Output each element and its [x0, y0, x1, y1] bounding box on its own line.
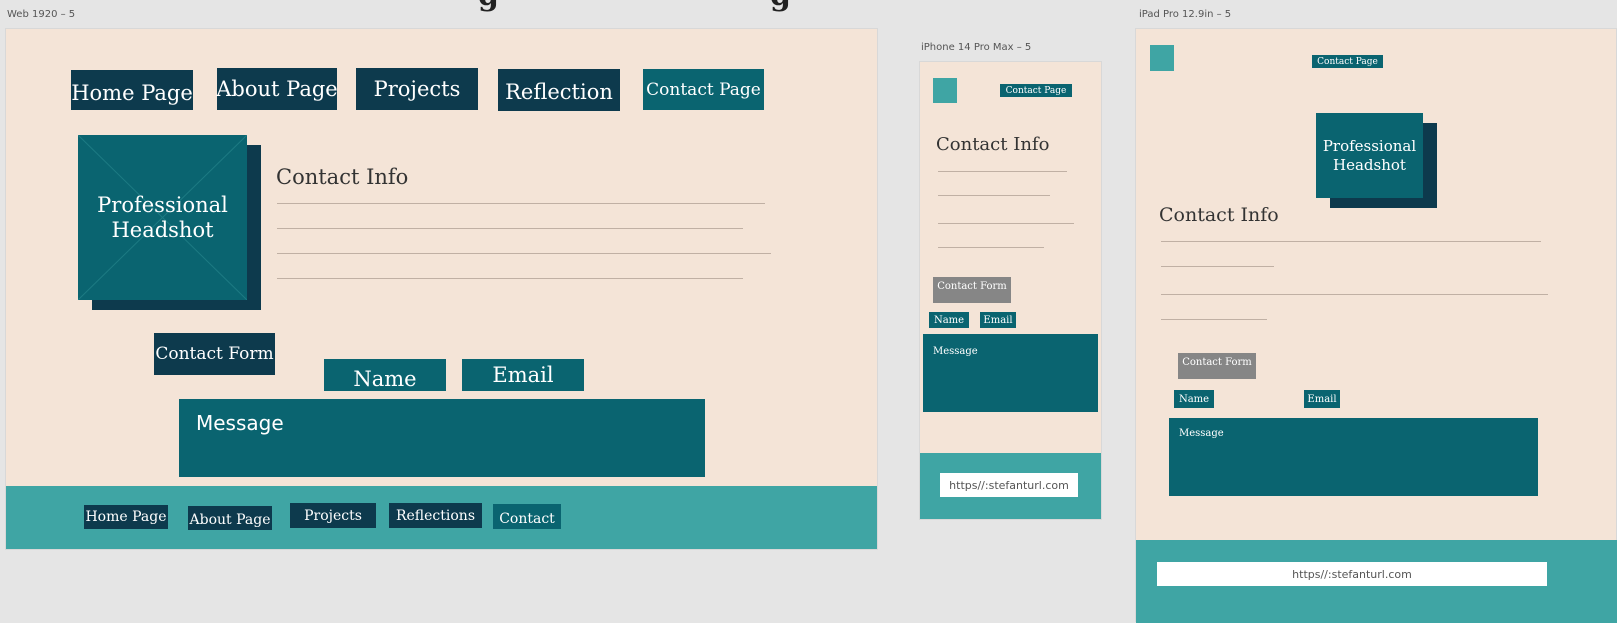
footer-home-link[interactable]: Home Page: [84, 505, 168, 529]
message-field[interactable]: Message: [1169, 418, 1538, 496]
iphone-artboard: Contact Page Contact Info Contact Form N…: [919, 61, 1102, 520]
nav-contact-button[interactable]: Contact Page: [643, 69, 764, 110]
contact-info-line: [938, 171, 1067, 172]
email-field[interactable]: Email: [980, 312, 1016, 328]
nav-home-button[interactable]: Home Page: [71, 70, 193, 110]
cut-off-title-right: g: [770, 0, 791, 13]
contact-info-line: [1161, 266, 1274, 267]
contact-form-heading: Contact Form: [154, 333, 275, 375]
contact-page-button[interactable]: Contact Page: [1312, 55, 1383, 68]
name-field[interactable]: Name: [324, 359, 446, 391]
footer-reflections-link[interactable]: Reflections: [389, 503, 482, 528]
name-field[interactable]: Name: [1174, 390, 1214, 408]
headshot-label: Professional Headshot: [97, 192, 228, 242]
contact-info-line: [1161, 319, 1267, 320]
url-field[interactable]: https//:stefanturl.com: [940, 473, 1078, 497]
email-field[interactable]: Email: [1304, 390, 1340, 408]
nav-about-button[interactable]: About Page: [216, 68, 338, 110]
headshot-placeholder: Professional Headshot: [78, 135, 247, 300]
nav-reflection-button[interactable]: Reflection: [498, 69, 620, 111]
footer-projects-link[interactable]: Projects: [290, 503, 376, 528]
message-field[interactable]: Message: [179, 399, 705, 477]
cut-off-title-left: g: [478, 0, 499, 13]
message-field[interactable]: Message: [923, 334, 1098, 412]
contact-form-heading: Contact Form: [1178, 353, 1256, 379]
name-field[interactable]: Name: [929, 312, 969, 328]
contact-info-line: [277, 228, 743, 229]
ipad-footer: https//:stefanturl.com: [1136, 540, 1617, 623]
contact-form-heading: Contact Form: [933, 277, 1011, 303]
iphone-footer: https//:stefanturl.com: [920, 453, 1101, 519]
contact-info-heading: Contact Info: [1159, 204, 1279, 226]
contact-info-line: [277, 278, 743, 279]
contact-info-line: [277, 203, 765, 204]
contact-page-button[interactable]: Contact Page: [1000, 84, 1072, 97]
contact-info-heading: Contact Info: [276, 165, 409, 189]
contact-info-heading: Contact Info: [936, 134, 1050, 155]
contact-info-line: [938, 195, 1050, 196]
menu-icon[interactable]: [933, 78, 957, 103]
email-field[interactable]: Email: [462, 359, 584, 391]
artboard-label-ipad: iPad Pro 12.9in – 5: [1139, 9, 1232, 20]
contact-info-line: [938, 247, 1044, 248]
menu-icon[interactable]: [1150, 45, 1174, 71]
artboard-label-web: Web 1920 – 5: [7, 9, 76, 20]
nav-projects-button[interactable]: Projects: [356, 68, 478, 110]
contact-info-line: [1161, 294, 1548, 295]
url-field[interactable]: https//:stefanturl.com: [1157, 562, 1547, 586]
web-artboard: Home Page About Page Projects Reflection…: [5, 28, 878, 550]
footer-contact-link[interactable]: Contact: [493, 504, 561, 529]
web-footer: Home Page About Page Projects Reflection…: [6, 486, 877, 549]
footer-about-link[interactable]: About Page: [188, 506, 272, 530]
contact-info-line: [938, 223, 1074, 224]
contact-info-line: [277, 253, 771, 254]
artboard-label-iphone: iPhone 14 Pro Max – 5: [921, 42, 1032, 53]
contact-info-line: [1161, 241, 1541, 242]
headshot-placeholder: Professional Headshot: [1316, 113, 1423, 198]
ipad-artboard: Contact Page Professional Headshot Conta…: [1135, 28, 1617, 623]
